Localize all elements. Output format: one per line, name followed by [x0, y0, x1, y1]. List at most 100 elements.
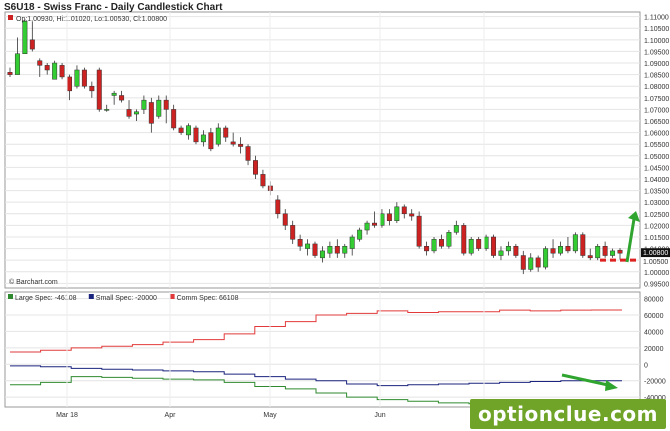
- candle-body: [171, 109, 177, 129]
- candle-y-tick-label: 0.99500: [644, 281, 669, 288]
- cot-y-tick-label: -20000: [644, 379, 666, 386]
- ohlc-legend-swatch: [8, 15, 13, 20]
- candle-y-tick-label: 1.11000: [644, 15, 669, 22]
- candle-body: [446, 232, 452, 247]
- candle-body: [275, 199, 281, 215]
- candle-y-tick-label: 1.00000: [644, 270, 669, 277]
- candle-body: [394, 206, 400, 221]
- candle-body: [461, 225, 467, 254]
- candle-body: [29, 39, 35, 50]
- candle-y-tick-label: 1.05500: [644, 142, 669, 149]
- candle-body: [186, 125, 192, 136]
- candle-body: [565, 246, 571, 252]
- candle-body: [230, 141, 236, 145]
- candlestick-panel: 0.995001.000001.005001.010001.015001.020…: [4, 11, 670, 289]
- candle-body: [193, 127, 199, 143]
- candle-y-tick-label: 1.07500: [644, 96, 669, 103]
- candle-body: [312, 243, 318, 256]
- candle-body: [416, 215, 422, 247]
- candle-body: [438, 239, 444, 247]
- candle-body: [119, 95, 125, 101]
- candle-body: [602, 246, 608, 256]
- candle-body: [200, 134, 206, 143]
- candle-body: [133, 111, 139, 115]
- cot-y-tick-label: 60000: [644, 313, 664, 320]
- x-tick-label: Mar 18: [56, 412, 78, 419]
- candle-body: [520, 255, 526, 270]
- candle-body: [349, 236, 355, 249]
- candle-body: [587, 255, 593, 259]
- candle-y-tick-label: 1.02500: [644, 212, 669, 219]
- attribution-text: © Barchart.com: [9, 278, 58, 286]
- candle-y-tick-label: 1.08000: [644, 84, 669, 91]
- cot-y-tick-label: 80000: [644, 297, 664, 304]
- cot-legend-label: Small Spec: -20000: [96, 295, 157, 302]
- chart-title: S6U18 - Swiss Franc - Daily Candlestick …: [4, 2, 223, 13]
- candle-body: [253, 160, 258, 175]
- candle-y-tick-label: 1.03000: [644, 200, 669, 207]
- candle-body: [14, 53, 20, 75]
- candle-body: [327, 246, 333, 254]
- candle-y-tick-label: 1.09500: [644, 49, 669, 56]
- candle-body: [372, 222, 377, 226]
- candle-body: [223, 127, 229, 138]
- candle-body: [595, 246, 601, 259]
- candle-body: [453, 225, 459, 233]
- candle-body: [290, 225, 296, 240]
- candle-body: [528, 257, 534, 270]
- candle-body: [319, 250, 325, 259]
- candle-body: [22, 21, 28, 54]
- cot-y-tick-label: 0: [644, 362, 648, 369]
- candle-body: [342, 246, 348, 254]
- candle-y-tick-label: 1.04000: [644, 177, 669, 184]
- candle-body: [364, 222, 370, 231]
- candle-body: [572, 234, 578, 252]
- candle-body: [580, 234, 586, 256]
- candle-body: [334, 246, 340, 254]
- candle-body: [505, 246, 511, 252]
- cot-legend-label: Comm Spec: 66108: [177, 295, 239, 302]
- cot-plot-frame: [4, 291, 641, 408]
- candle-body: [476, 239, 482, 249]
- candle-y-tick-label: 1.05000: [644, 154, 669, 161]
- x-tick-label: May: [263, 412, 277, 419]
- candle-body: [178, 127, 184, 133]
- candle-body: [89, 85, 95, 92]
- candle-body: [59, 65, 65, 78]
- candle-body: [558, 246, 563, 254]
- candle-y-tick-label: 1.10000: [644, 38, 669, 45]
- candle-body: [610, 250, 616, 256]
- x-tick-label: Apr: [165, 412, 177, 419]
- candle-body: [498, 250, 504, 256]
- candle-body: [401, 206, 407, 215]
- candle-body: [238, 143, 244, 147]
- candle-body: [297, 239, 303, 247]
- candle-y-tick-label: 1.10500: [644, 26, 669, 33]
- candle-body: [535, 257, 541, 268]
- candle-y-tick-label: 1.09000: [644, 61, 669, 68]
- candle-body: [44, 65, 50, 71]
- candle-y-tick-label: 1.06500: [644, 119, 669, 126]
- candle-body: [156, 99, 162, 117]
- candle-body: [52, 62, 58, 80]
- candle-body: [282, 213, 288, 226]
- candle-body: [260, 174, 266, 187]
- candle-body: [104, 109, 110, 111]
- candle-body: [513, 246, 519, 256]
- candle-body: [468, 239, 474, 254]
- cot-y-tick-label: 20000: [644, 346, 664, 353]
- candle-body: [491, 236, 497, 256]
- watermark-logo: optionclue.com: [470, 399, 666, 429]
- candle-body: [96, 69, 102, 110]
- candle-body: [74, 69, 80, 87]
- candle-body: [37, 60, 43, 66]
- candle-body: [245, 146, 251, 161]
- x-tick-label: Jun: [374, 412, 385, 419]
- ohlc-readout: Op:1.00930, Hi:1.01020, Lo:1.00530, Cl:1…: [16, 16, 167, 23]
- candle-body: [7, 72, 13, 75]
- candle-body: [386, 213, 392, 221]
- candle-body: [141, 99, 147, 110]
- candle-y-tick-label: 1.07000: [644, 107, 669, 114]
- candle-body: [483, 236, 489, 249]
- candle-body: [409, 213, 415, 217]
